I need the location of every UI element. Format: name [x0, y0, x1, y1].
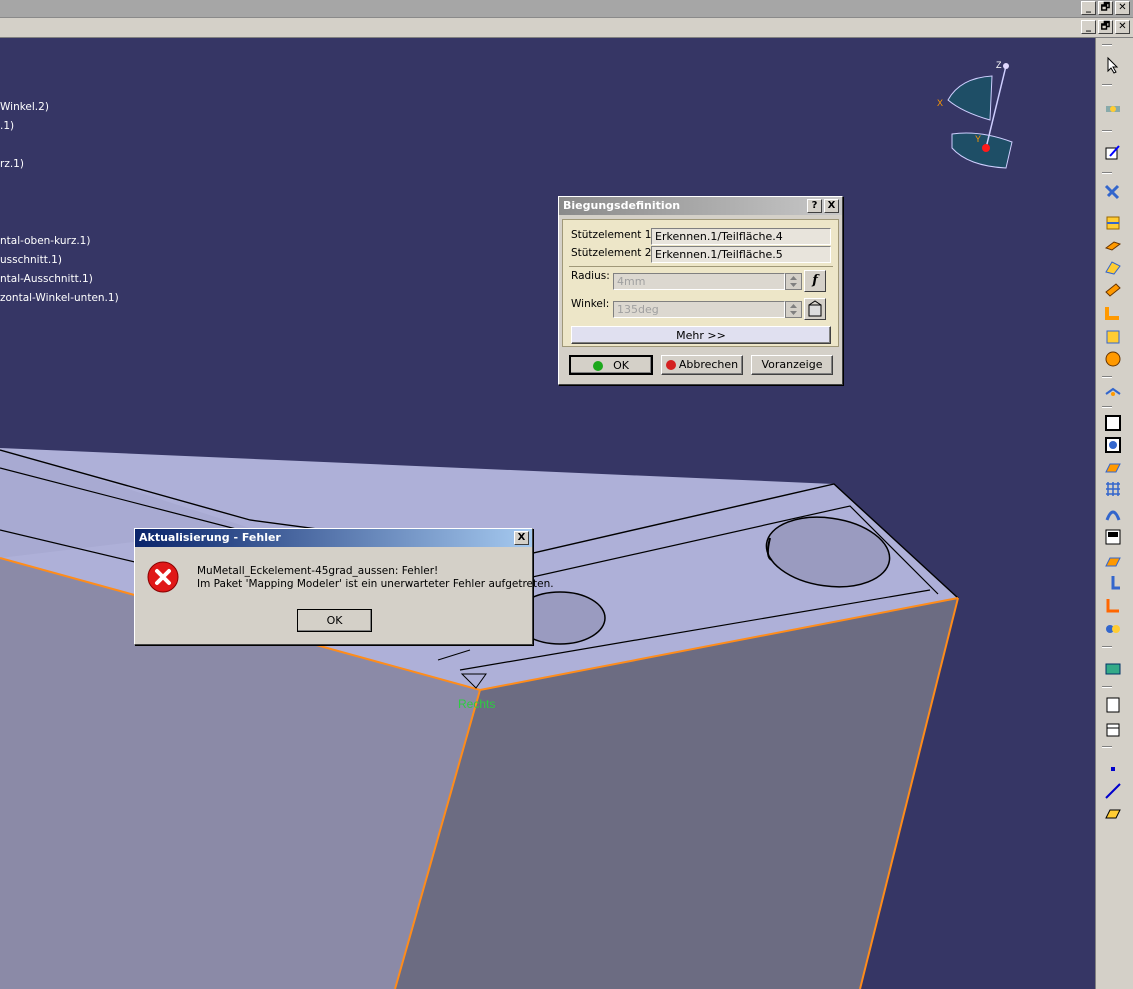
measure-icon[interactable]	[1104, 660, 1122, 678]
wall-icon[interactable]	[1104, 214, 1122, 232]
radius-spinner[interactable]	[785, 273, 802, 290]
tree-item[interactable]: .1)	[0, 120, 14, 132]
bend-dialog-divider	[569, 266, 833, 267]
svg-text:Y: Y	[975, 134, 981, 144]
sketch-tools-icon[interactable]	[1104, 100, 1122, 118]
right-toolbar	[1095, 38, 1133, 989]
radius-label: Radius:	[571, 270, 610, 282]
radius-formula-button[interactable]: f	[804, 270, 826, 292]
doc-restore-button[interactable]: 🗗	[1098, 20, 1113, 34]
transform-icon[interactable]	[1104, 182, 1122, 200]
bend-cancel-label: Abbrechen	[678, 358, 739, 371]
error-message-line1: MuMetall_Eckelement-45grad_aussen: Fehle…	[197, 565, 439, 577]
bend-dialog-title: Biegungsdefinition	[563, 199, 681, 212]
3d-viewport[interactable]: Rechts Z X Y Winkel.2) .1) rz.1) ntal-ob…	[0, 38, 1095, 989]
weld-icon[interactable]	[1104, 596, 1122, 614]
select-arrow-icon[interactable]	[1104, 56, 1122, 74]
bend-dialog-title-bar[interactable]: Biegungsdefinition ? X	[559, 197, 842, 215]
app-minimize-button[interactable]: _	[1081, 1, 1096, 15]
cancel-red-icon	[665, 360, 676, 370]
hem-icon[interactable]	[1104, 280, 1122, 298]
dress-up-icon[interactable]	[1104, 620, 1122, 638]
app-restore-button[interactable]: 🗗	[1098, 1, 1113, 15]
error-dialog-close-button[interactable]: X	[514, 531, 529, 545]
angle-measure-button[interactable]	[804, 298, 826, 320]
application-title-bar: _ 🗗 ✕	[0, 0, 1133, 18]
bend-preview-button[interactable]: Voranzeige	[751, 355, 833, 375]
angle-label: Winkel:	[571, 298, 610, 310]
plane-icon[interactable]	[1104, 552, 1122, 570]
app-close-button[interactable]: ✕	[1115, 1, 1130, 15]
plane-tool-icon[interactable]	[1104, 804, 1122, 822]
error-dialog-title-bar[interactable]: Aktualisierung - Fehler X	[135, 529, 532, 547]
bend-dialog-help-button[interactable]: ?	[807, 199, 822, 213]
bend-icon[interactable]	[1104, 258, 1122, 276]
view-fold-icon[interactable]	[1104, 436, 1122, 454]
support1-field[interactable]: Erkennen.1/Teilfläche.4	[651, 228, 831, 245]
catalog-browser-icon[interactable]	[1104, 720, 1122, 738]
ok-green-icon	[593, 361, 604, 371]
dxf-export-icon[interactable]	[1104, 528, 1122, 546]
bend-dialog-body: Stützelement 1: Erkennen.1/Teilfläche.4 …	[562, 219, 839, 347]
measure-tool-icon	[808, 300, 822, 317]
svg-text:X: X	[937, 98, 943, 108]
support2-field[interactable]: Erkennen.1/Teilfläche.5	[651, 246, 831, 263]
bend-definition-dialog: Biegungsdefinition ? X Stützelement 1: E…	[558, 196, 843, 385]
more-button[interactable]: Mehr >>	[571, 326, 831, 344]
tree-item[interactable]: ntal-Ausschnitt.1)	[0, 273, 93, 285]
error-ok-button[interactable]: OK	[297, 609, 372, 632]
document-title-bar: _ 🗗 ✕	[0, 18, 1133, 38]
error-dialog: Aktualisierung - Fehler X MuMetall_Eckel…	[134, 528, 554, 645]
tree-item[interactable]: Winkel.2)	[0, 101, 49, 113]
angle-spinner[interactable]	[785, 301, 802, 318]
tree-item[interactable]: usschnitt.1)	[0, 254, 62, 266]
mesh-icon[interactable]	[1104, 480, 1122, 498]
doc-minimize-button[interactable]: _	[1081, 20, 1096, 34]
point-icon[interactable]	[1104, 760, 1122, 778]
formula-icon: f	[812, 273, 818, 288]
svg-text:Z: Z	[996, 60, 1002, 70]
line-icon[interactable]	[1104, 782, 1122, 800]
compass-widget[interactable]: Z X Y	[937, 60, 1013, 169]
support1-label: Stützelement 1:	[571, 229, 655, 241]
tree-item[interactable]: ntal-oben-kurz.1)	[0, 235, 90, 247]
flange-icon[interactable]	[1104, 236, 1122, 254]
bend-cancel-button[interactable]: Abbrechen	[661, 355, 743, 375]
stamp-icon[interactable]	[1104, 350, 1122, 368]
bend-ok-button[interactable]: OK	[569, 355, 653, 375]
arc-icon[interactable]	[1104, 504, 1122, 522]
radius-field[interactable]: 4mm	[613, 273, 785, 290]
view-label-rechts: Rechts	[458, 697, 495, 711]
unfold-icon[interactable]	[1104, 304, 1122, 322]
error-icon	[147, 561, 179, 593]
tree-item[interactable]: rz.1)	[0, 158, 24, 170]
doc-close-button[interactable]: ✕	[1115, 20, 1130, 34]
support2-label: Stützelement 2:	[571, 247, 655, 259]
catalog-icon[interactable]	[1104, 696, 1122, 714]
cutout-icon[interactable]	[1104, 328, 1122, 346]
error-dialog-title: Aktualisierung - Fehler	[139, 531, 281, 544]
pattern-icon[interactable]	[1104, 384, 1122, 402]
axis-icon[interactable]	[1104, 574, 1122, 592]
part-geometry[interactable]: Rechts Z X Y	[0, 38, 1095, 989]
surface-icon[interactable]	[1104, 458, 1122, 476]
tree-item[interactable]: zontal-Winkel-unten.1)	[0, 292, 119, 304]
bend-ok-label: OK	[613, 359, 629, 372]
angle-field[interactable]: 135deg	[613, 301, 785, 318]
view-icon[interactable]	[1104, 414, 1122, 432]
bend-dialog-close-button[interactable]: X	[824, 199, 839, 213]
sketcher-icon[interactable]	[1104, 144, 1122, 162]
error-message-line2: Im Paket 'Mapping Modeler' ist ein unerw…	[197, 578, 554, 590]
